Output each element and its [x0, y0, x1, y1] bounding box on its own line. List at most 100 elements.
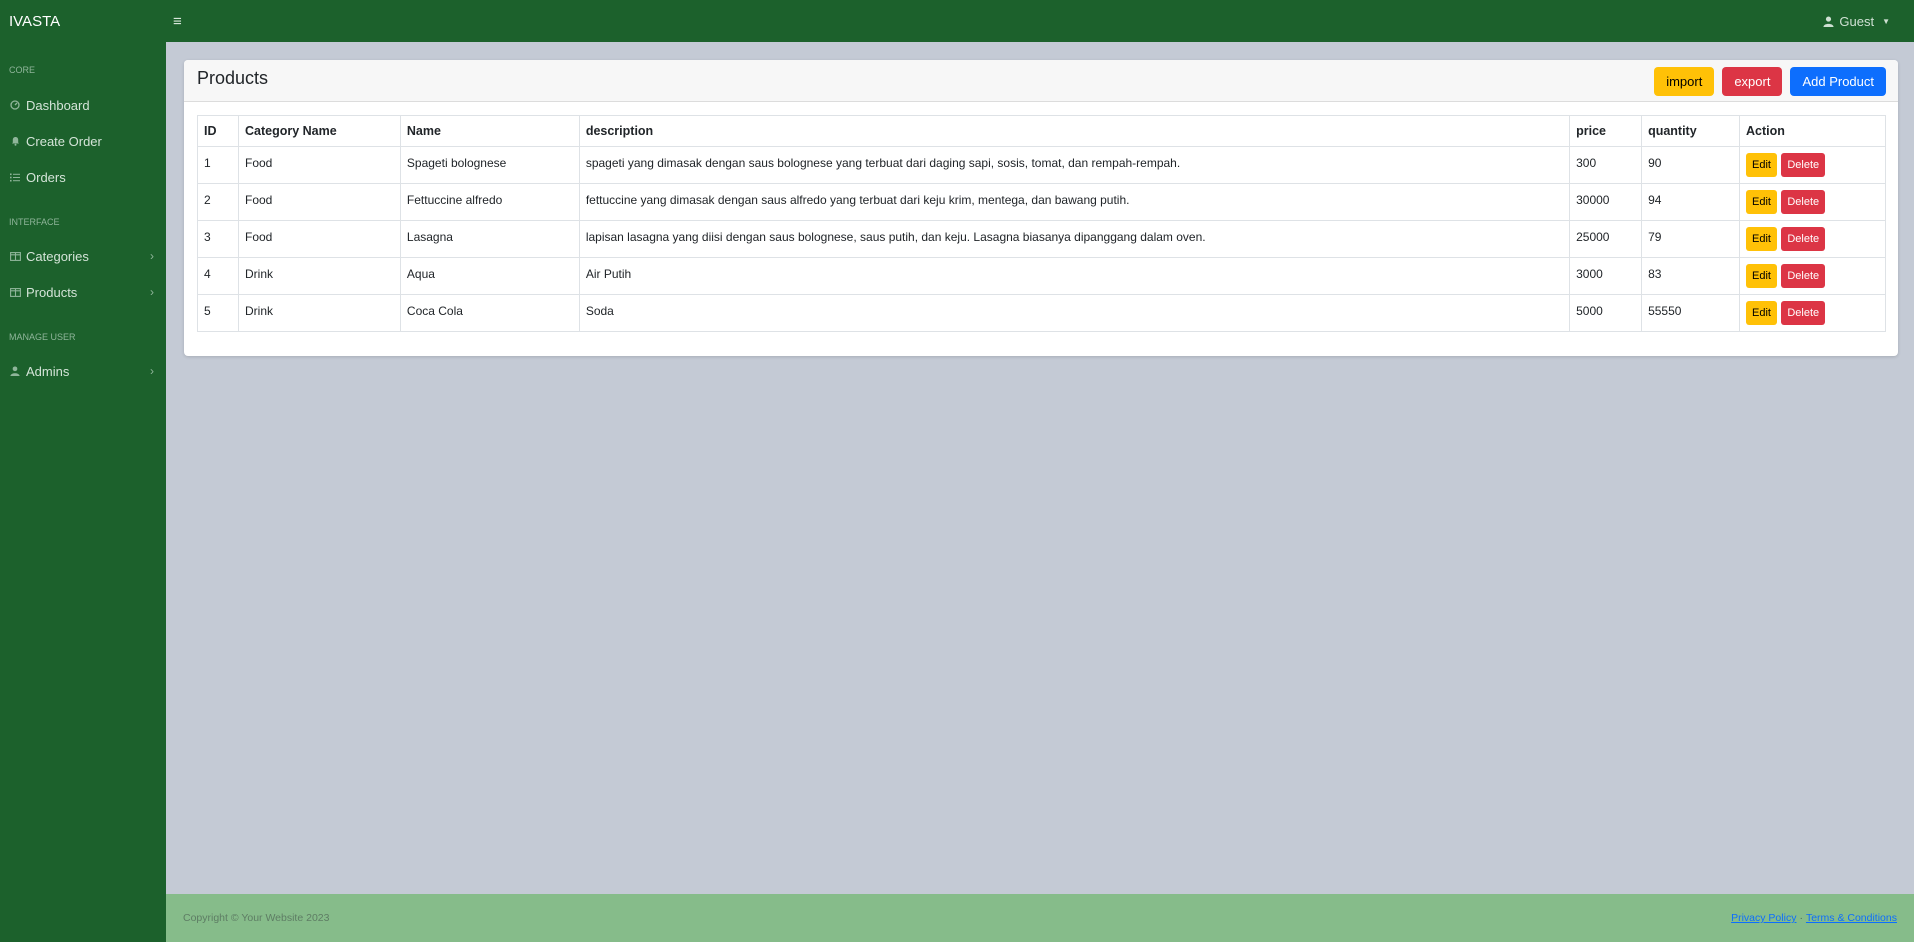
sidebar-item-categories[interactable]: Categories ›: [0, 241, 166, 271]
delete-button[interactable]: Delete: [1781, 153, 1826, 177]
cell-category: Food: [237, 146, 401, 184]
chevron-right-icon: ›: [150, 285, 154, 299]
column-header-quantity: quantity: [1641, 115, 1741, 147]
export-button[interactable]: export: [1722, 67, 1783, 96]
user-dropdown[interactable]: Guest ▼: [1823, 0, 1890, 42]
brand-logo[interactable]: IVASTA: [0, 13, 166, 30]
cell-description: spageti yang dimasak dengan saus bologne…: [578, 146, 1571, 184]
column-header-price: price: [1569, 115, 1643, 147]
edit-button[interactable]: Edit: [1746, 190, 1777, 214]
bell-icon: [9, 135, 21, 147]
sidebar-item-create-order[interactable]: Create Order: [0, 126, 166, 156]
dashboard-icon: [9, 99, 21, 111]
page-title: Products: [197, 68, 269, 88]
cell-action: Edit Delete: [1739, 257, 1886, 295]
cell-name: Fettuccine alfredo: [399, 183, 580, 221]
table-header-row: ID Category Name Name description price …: [197, 115, 1886, 147]
cell-price: 25000: [1569, 220, 1643, 258]
sidebar-item-label: Dashboard: [26, 97, 90, 113]
card-header: Products import export Add Product: [184, 60, 1898, 102]
header-actions: import export Add Product: [1654, 67, 1886, 96]
cell-category: Food: [237, 220, 401, 258]
cell-description: lapisan lasagna yang diisi dengan saus b…: [578, 220, 1571, 258]
hamburger-icon[interactable]: ≡: [173, 13, 182, 30]
cell-price: 300: [1569, 146, 1643, 184]
cell-quantity: 79: [1641, 220, 1741, 258]
copyright-text: Copyright © Your Website 2023: [183, 912, 330, 924]
user-icon: [9, 365, 21, 377]
edit-button[interactable]: Edit: [1746, 301, 1777, 325]
sidebar-item-orders[interactable]: Orders: [0, 162, 166, 192]
cell-price: 5000: [1569, 294, 1643, 332]
sidebar-item-products[interactable]: Products ›: [0, 277, 166, 307]
sidebar-item-dashboard[interactable]: Dashboard: [0, 90, 166, 120]
user-label: Guest: [1839, 13, 1875, 29]
edit-button[interactable]: Edit: [1746, 227, 1777, 251]
terms-link[interactable]: Terms & Conditions: [1806, 912, 1897, 924]
products-card: Products import export Add Product ID Ca…: [184, 60, 1898, 356]
cell-quantity: 83: [1641, 257, 1741, 295]
table-row: 1 Food Spageti bolognese spageti yang di…: [197, 146, 1886, 184]
column-header-action: Action: [1739, 115, 1886, 147]
cell-name: Coca Cola: [399, 294, 580, 332]
cell-description: Air Putih: [578, 257, 1571, 295]
table-row: 3 Food Lasagna lapisan lasagna yang diis…: [197, 220, 1886, 258]
cell-action: Edit Delete: [1739, 220, 1886, 258]
cell-price: 3000: [1569, 257, 1643, 295]
chevron-right-icon: ›: [150, 249, 154, 263]
footer: Copyright © Your Website 2023 Privacy Po…: [166, 894, 1914, 942]
cell-action: Edit Delete: [1739, 294, 1886, 332]
cell-price: 30000: [1569, 183, 1643, 221]
sidebar-item-label: Admins: [26, 363, 70, 379]
sidebar-item-label: Products: [26, 284, 78, 300]
column-header-name: Name: [399, 115, 580, 147]
cell-name: Spageti bolognese: [399, 146, 580, 184]
chevron-right-icon: ›: [150, 364, 154, 378]
list-icon: [9, 171, 21, 183]
table-row: 4 Drink Aqua Air Putih 3000 83 Edit Dele…: [197, 257, 1886, 295]
table-row: 2 Food Fettuccine alfredo fettuccine yan…: [197, 183, 1886, 221]
sidebar-item-label: Categories: [26, 248, 89, 264]
cell-description: Soda: [578, 294, 1571, 332]
cell-quantity: 90: [1641, 146, 1741, 184]
cell-category: Food: [237, 183, 401, 221]
columns-icon: [9, 250, 21, 262]
edit-button[interactable]: Edit: [1746, 264, 1777, 288]
sidebar-item-label: Create Order: [26, 133, 102, 149]
cell-action: Edit Delete: [1739, 146, 1886, 184]
sidebar-item-admins[interactable]: Admins ›: [0, 356, 166, 386]
column-header-description: description: [578, 115, 1571, 147]
cell-name: Aqua: [399, 257, 580, 295]
cell-id: 5: [197, 294, 239, 332]
delete-button[interactable]: Delete: [1781, 301, 1826, 325]
cell-category: Drink: [237, 294, 401, 332]
table-row: 5 Drink Coca Cola Soda 5000 55550 Edit D…: [197, 294, 1886, 332]
column-header-id: ID: [197, 115, 239, 147]
import-button[interactable]: import: [1654, 67, 1715, 96]
sidebar-heading-manage-user: MANAGE USER: [9, 332, 76, 342]
columns-icon: [9, 286, 21, 298]
products-table: ID Category Name Name description price …: [197, 115, 1886, 332]
top-navbar: IVASTA ≡ Guest ▼: [0, 0, 1914, 42]
sidebar-item-label: Orders: [26, 169, 66, 185]
delete-button[interactable]: Delete: [1781, 227, 1826, 251]
footer-separator: ·: [1799, 912, 1803, 924]
cell-quantity: 94: [1641, 183, 1741, 221]
privacy-policy-link[interactable]: Privacy Policy: [1731, 912, 1796, 924]
delete-button[interactable]: Delete: [1781, 264, 1826, 288]
column-header-category: Category Name: [237, 115, 401, 147]
sidebar-heading-core: CORE: [9, 65, 36, 75]
sidebar-heading-interface: INTERFACE: [9, 217, 60, 227]
cell-id: 1: [197, 146, 239, 184]
cell-name: Lasagna: [399, 220, 580, 258]
edit-button[interactable]: Edit: [1746, 153, 1777, 177]
user-icon: [1823, 16, 1834, 27]
cell-description: fettuccine yang dimasak dengan saus alfr…: [578, 183, 1571, 221]
delete-button[interactable]: Delete: [1781, 190, 1826, 214]
cell-category: Drink: [237, 257, 401, 295]
sidebar: CORE Dashboard Create Order Orders INTER…: [0, 42, 166, 942]
cell-action: Edit Delete: [1739, 183, 1886, 221]
cell-id: 3: [197, 220, 239, 258]
add-product-button[interactable]: Add Product: [1790, 67, 1886, 96]
cell-id: 2: [197, 183, 239, 221]
